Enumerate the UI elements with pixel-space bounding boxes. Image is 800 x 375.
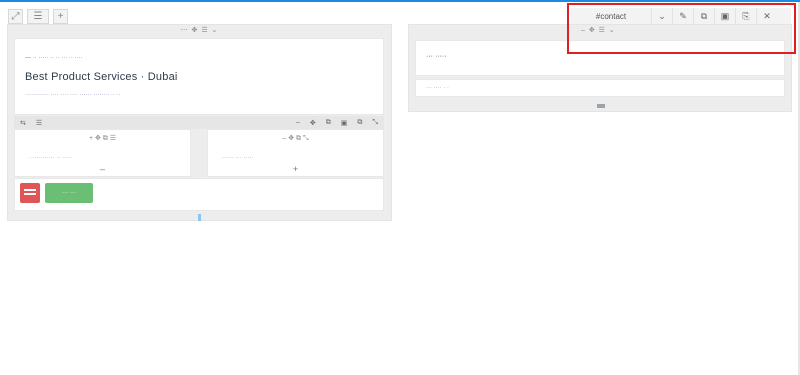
description-text: ············ ···· ···· ···· ······ ·····… xyxy=(25,92,121,98)
swap-icon[interactable]: ⇆ xyxy=(20,119,26,127)
headline-text: Best Product Services · Dubai xyxy=(25,71,178,83)
menu-icon[interactable]: ☰ xyxy=(36,119,42,127)
menu-icon[interactable]: ☰ xyxy=(27,9,49,24)
column-add-icon[interactable]: + xyxy=(208,164,383,174)
column-b[interactable]: – ✥ ⧉ ⤡ ······ ··· ····· + xyxy=(207,129,384,177)
column-text: · ··········· ·· ····· xyxy=(29,155,72,161)
add-icon[interactable]: + xyxy=(53,9,68,24)
column-remove-icon[interactable]: – xyxy=(15,164,190,174)
resize-handle[interactable] xyxy=(198,214,201,221)
button-row: ··· ··· xyxy=(14,178,384,211)
column-handle[interactable]: + ✥ ⧉ ☰ xyxy=(19,134,186,143)
column-a[interactable]: + ✥ ⧉ ☰ · ··········· ·· ····· – xyxy=(14,129,191,177)
resize-icon[interactable]: ⤡ xyxy=(372,119,378,127)
list-icon xyxy=(24,189,36,191)
left-section: ⋯ ✥ ☰ ⌄ — ·· ····· ·· ·· ··· ·· ···· Bes… xyxy=(7,24,392,221)
column-handle[interactable]: – ✥ ⧉ ⤡ xyxy=(212,134,379,143)
expand-icon[interactable]: ⤢ xyxy=(8,9,23,24)
duplicate-icon[interactable]: ⧉ xyxy=(357,119,362,127)
minus-icon[interactable]: – xyxy=(296,119,300,126)
column-text: ······ ··· ····· xyxy=(222,155,254,161)
row-controls-right: – ✥ ⧉ ▣ ⧉ ⤡ xyxy=(296,116,378,129)
section-handle[interactable]: ⋯ ✥ ☰ ⌄ xyxy=(8,26,391,34)
card-text: ··· ···· · · xyxy=(426,85,449,91)
green-button[interactable]: ··· ··· xyxy=(45,183,93,203)
layout-icon[interactable]: ▣ xyxy=(341,119,348,127)
top-accent-line xyxy=(0,0,800,2)
copy-icon[interactable]: ⧉ xyxy=(326,119,331,127)
row-controls: ⇆ ☰ – ✥ ⧉ ▣ ⧉ ⤡ xyxy=(14,116,384,129)
card-title: ··· ····· xyxy=(426,53,447,60)
builder-tools: ⤢ ☰ + xyxy=(8,9,68,24)
row-controls-left: ⇆ ☰ xyxy=(20,116,42,129)
move-icon[interactable]: ✥ xyxy=(310,119,316,127)
content-card[interactable]: ··· ···· · · xyxy=(415,79,785,97)
highlight-box xyxy=(567,3,796,54)
eyebrow-text: — ·· ····· ·· ·· ··· ·· ···· xyxy=(25,55,83,61)
text-block[interactable]: — ·· ····· ·· ·· ··· ·· ···· Best Produc… xyxy=(14,38,384,115)
red-widget-tile[interactable] xyxy=(20,183,40,203)
resize-handle[interactable] xyxy=(597,104,605,108)
